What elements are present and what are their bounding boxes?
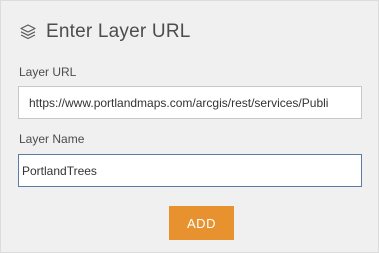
add-button[interactable]: ADD — [169, 206, 234, 240]
layer-name-input[interactable] — [18, 154, 362, 187]
layer-name-label: Layer Name — [19, 132, 85, 146]
layer-url-label: Layer URL — [19, 65, 77, 79]
panel-title: Enter Layer URL — [46, 21, 191, 42]
panel-header: Enter Layer URL — [19, 20, 191, 44]
layers-icon — [19, 23, 37, 41]
layer-url-input[interactable] — [18, 86, 362, 119]
enter-layer-url-panel: Enter Layer URL Layer URL Layer Name ADD — [0, 0, 379, 253]
